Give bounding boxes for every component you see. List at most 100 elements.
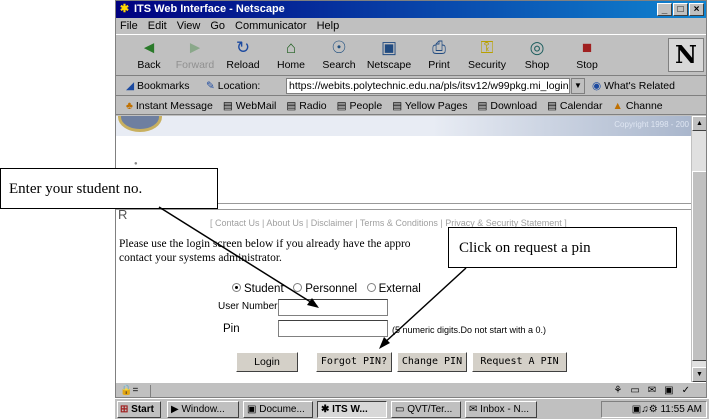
minimize-button[interactable]: _ <box>657 3 672 16</box>
status-bar: 🔒= ⚘▭✉▣✓ <box>116 382 706 397</box>
menu-edit[interactable]: Edit <box>148 18 167 34</box>
page-icon: ▤ <box>477 100 488 112</box>
vertical-scrollbar[interactable]: ▲ ▼ <box>691 116 706 382</box>
page-icon: ▤ <box>392 100 403 112</box>
netscape-task-icon: ✱ <box>321 404 330 415</box>
menu-bar: File Edit View Go Communicator Help <box>116 18 706 34</box>
polytechnic-logo <box>118 116 162 132</box>
back-button[interactable]: ◄ Back <box>126 37 172 75</box>
task-its-web[interactable]: ✱ ITS W... <box>317 401 387 418</box>
windows-logo-icon: ⊞ <box>120 404 129 415</box>
component-icons[interactable]: ⚘▭✉▣✓ <box>613 383 698 397</box>
whats-related-button[interactable]: ◉ What's Related <box>592 76 675 96</box>
stop-button[interactable]: ■ Stop <box>564 37 610 75</box>
clock: 11:55 AM <box>660 404 702 415</box>
yellow-pages-link[interactable]: ▤ Yellow Pages <box>392 97 467 114</box>
terminal-task-icon: ▭ <box>395 404 405 415</box>
channels-link[interactable]: ▲ Channe <box>613 97 663 114</box>
task-qvt[interactable]: ▭ QVT/Ter... <box>391 401 461 418</box>
system-tray: ▣♫⚙ 11:55 AM <box>601 401 707 418</box>
document-task-icon: ▣ <box>247 404 257 415</box>
task-window[interactable]: ▶ Window... <box>167 401 239 418</box>
stop-icon: ■ <box>581 38 593 57</box>
instant-message-link[interactable]: ♣ Instant Message <box>126 97 213 114</box>
intro-text: Please use the login screen below if you… <box>119 238 411 264</box>
radio-external[interactable]: External <box>366 283 421 295</box>
radio-personnel[interactable]: Personnel <box>293 283 357 295</box>
site-banner: Copyright 1998 - 200 <box>116 116 691 136</box>
security-button[interactable]: ⚿ Security <box>464 37 510 75</box>
url-dropdown-button[interactable]: ▼ <box>571 78 585 94</box>
radio-student[interactable]: Student <box>232 283 284 295</box>
menu-file[interactable]: File <box>120 18 138 34</box>
login-button[interactable]: Login <box>236 352 298 372</box>
print-icon: ⎙ <box>432 38 446 57</box>
reload-icon: ↻ <box>235 38 251 57</box>
user-type-group: Student Personnel External <box>232 283 421 295</box>
forgot-pin-button[interactable]: Forgot PIN? <box>316 352 392 372</box>
inbox-task-icon: ✉ <box>469 404 478 415</box>
copyright-text: Copyright 1998 - 200 <box>614 120 689 129</box>
security-lock-icon[interactable]: 🔒= <box>120 383 138 397</box>
back-arrow-icon: ◄ <box>140 38 158 57</box>
search-button[interactable]: ☉ Search <box>316 37 362 75</box>
netscape-button[interactable]: ▣ Netscape <box>366 37 412 75</box>
tray-icons[interactable]: ▣♫⚙ <box>632 404 661 415</box>
menu-view[interactable]: View <box>177 18 201 34</box>
close-button[interactable]: × <box>689 3 704 16</box>
radio-student-circle[interactable] <box>232 283 241 292</box>
bookmarks-button[interactable]: ◢ Bookmarks <box>126 76 190 96</box>
scroll-down-arrow-icon[interactable]: ▼ <box>692 367 706 382</box>
scroll-thumb[interactable] <box>692 171 706 361</box>
menu-go[interactable]: Go <box>210 18 225 34</box>
radio-link[interactable]: ▤ Radio <box>286 97 326 114</box>
user-number-label: User Number <box>218 301 278 312</box>
pin-label: Pin <box>223 323 240 335</box>
related-icon: ◉ <box>592 80 602 92</box>
radio-personnel-circle[interactable] <box>293 283 303 292</box>
task-document[interactable]: ▣ Docume... <box>243 401 313 418</box>
print-button[interactable]: ⎙ Print <box>416 37 462 75</box>
shop-icon: ◎ <box>529 38 545 57</box>
request-pin-button[interactable]: Request A PIN <box>472 352 567 372</box>
title-bar: ✱ ITS Web Interface - Netscape _ □ × <box>116 1 706 18</box>
netscape-logo[interactable]: N <box>668 38 704 72</box>
url-input[interactable]: https://webits.polytechnic.edu.na/pls/it… <box>286 78 570 94</box>
radio-external-circle[interactable] <box>366 283 376 292</box>
location-bar: ◢ Bookmarks ✎ Location: https://webits.p… <box>116 76 706 96</box>
task-inbox[interactable]: ✉ Inbox - N... <box>465 401 537 418</box>
start-button[interactable]: ⊞ Start <box>117 401 161 418</box>
pin-hint: (5 numeric digits.Do not start with a 0.… <box>392 325 547 335</box>
calendar-link[interactable]: ▤ Calendar <box>547 97 602 114</box>
menu-help[interactable]: Help <box>317 18 340 34</box>
reload-button[interactable]: ↻ Reload <box>220 37 266 75</box>
personal-toolbar: ♣ Instant Message ▤ WebMail ▤ Radio ▤ Pe… <box>116 97 706 115</box>
maximize-button[interactable]: □ <box>673 3 688 16</box>
forward-button[interactable]: ► Forward <box>172 37 218 75</box>
change-pin-button[interactable]: Change PIN <box>397 352 467 372</box>
location-label: ✎ Location: <box>206 80 261 92</box>
netscape-app-icon: ✱ <box>119 3 130 15</box>
window-task-icon: ▶ <box>171 404 179 415</box>
forward-arrow-icon: ► <box>186 38 204 57</box>
download-link[interactable]: ▤ Download <box>478 97 538 114</box>
lock-icon: ⚿ <box>480 38 494 57</box>
user-number-input[interactable] <box>278 299 388 316</box>
home-icon: ⌂ <box>285 38 297 57</box>
scroll-up-arrow-icon[interactable]: ▲ <box>692 116 706 131</box>
pin-input[interactable] <box>278 320 388 337</box>
page-icon: ▤ <box>222 100 233 112</box>
student-number-callout: Enter your student no. <box>0 168 218 209</box>
location-icon: ✎ <box>206 80 215 92</box>
request-pin-callout: Click on request a pin <box>448 227 677 268</box>
home-button[interactable]: ⌂ Home <box>268 37 314 75</box>
menu-communicator[interactable]: Communicator <box>235 18 307 34</box>
page-icon: ▤ <box>286 100 297 112</box>
people-link[interactable]: ▤ People <box>337 97 383 114</box>
webmail-link[interactable]: ▤ WebMail <box>223 97 277 114</box>
shop-button[interactable]: ◎ Shop <box>514 37 560 75</box>
bookmark-icon: ◢ <box>126 80 135 92</box>
windows-taskbar: ⊞ Start ▶ Window... ▣ Docume... ✱ ITS W.… <box>115 398 709 419</box>
progress-indicator <box>150 385 152 397</box>
page-icon: ▤ <box>547 100 557 112</box>
